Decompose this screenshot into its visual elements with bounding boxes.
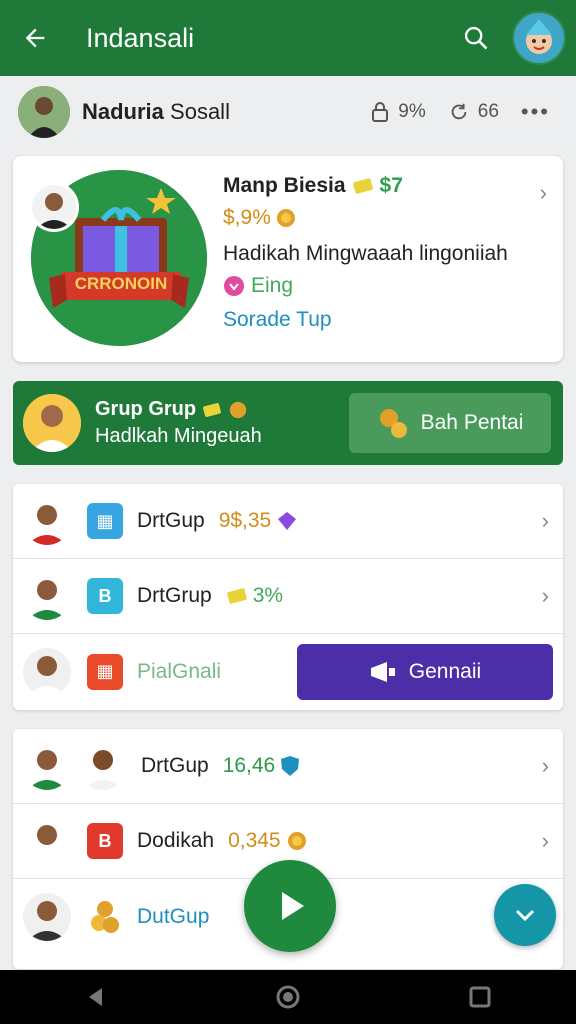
coin-icon [276,209,295,227]
megaphone-icon [370,661,395,682]
more-options-button[interactable]: ••• [521,99,550,125]
gift-icon: ▦ [87,503,123,539]
cartoon-avatar-icon [526,19,552,54]
chevron-right-icon: › [541,753,549,778]
featured-price: $,9% [223,206,271,229]
user-avatar[interactable] [18,86,70,138]
group-subtitle: Hadlkah Mingeuah [95,425,262,447]
item-name: DrtGup [137,509,205,532]
avatar [23,647,71,696]
banner-text: CRRONOIN [74,274,168,293]
list-item[interactable]: ▦ PialGnali Gennaii [13,634,563,709]
featured-price-row: $,9% [223,206,523,230]
item-name: DrtGrup [137,584,212,607]
play-icon [282,892,304,920]
chevron-right-icon: › [541,828,549,853]
chevron-right-icon: › [539,180,547,205]
group-title-row: Grup Grup [95,398,349,421]
app-bar: Indansali [0,0,576,76]
refresh-icon [451,103,467,120]
avatar [79,742,127,790]
featured-badge: CRRONOIN [29,170,207,346]
search-icon [464,26,488,50]
person-avatar-icon [23,742,71,790]
list-section-1: ▦ DrtGup 9$,35 › B DrtGrup 3% › ▦ PialGn… [13,484,563,710]
person-avatar-icon [23,647,71,696]
play-button[interactable] [244,860,336,952]
stat-refresh: 66 [448,101,499,123]
featured-title: Manp Biesia [223,174,346,197]
item-value: 16,46 [223,754,301,778]
group-title: Grup Grup [95,398,197,420]
stat-lock: 9% [370,101,426,123]
featured-content: Manp Biesia $7 $,9% Hadikah Mingwaaah li… [223,174,523,332]
person-avatar-icon [23,394,81,452]
avatar [23,572,71,620]
coin-icon [229,401,247,418]
avatar [23,742,71,790]
featured-description: Hadikah Mingwaaah lingoniiah [223,242,508,265]
user-row: Naduria Sosall 9% 66 ••• [0,76,576,148]
list-item[interactable]: DrtGup 16,46 › [13,729,563,804]
item-value: 3% [226,584,283,608]
person-avatar-icon [23,497,71,545]
b-badge-icon: B [87,823,123,859]
item-name: PialGnali [137,659,222,683]
avatar [23,892,71,941]
profile-avatar[interactable] [512,11,566,65]
chevron-down-icon [515,909,535,922]
heart-icon [224,276,244,296]
coin-icon [287,832,306,850]
coins-icon [379,409,407,438]
person-avatar-icon [23,572,71,620]
recents-square-icon[interactable] [468,985,492,1009]
gem-icon [278,512,297,530]
person-avatar-icon [23,817,71,865]
person-avatar-icon [36,193,72,229]
system-nav-bar [0,970,576,1024]
coins-icon [87,899,123,935]
lock-icon [372,102,389,122]
featured-card[interactable]: CRRONOIN Manp Biesia $7 $,9% Hadikah Min… [13,156,563,362]
arrow-left-icon [25,28,45,48]
item-value: 0,345 [228,829,308,853]
item-name: Dodikah [137,829,215,852]
featured-link[interactable]: Sorade Tup [223,308,523,332]
featured-title-row: Manp Biesia $7 [223,174,523,198]
featured-tag: Eing [223,274,523,298]
person-avatar-icon [18,86,70,138]
person-avatar-icon [23,892,71,941]
shield-icon [281,756,300,776]
item-name: DutGup [137,904,210,928]
generate-button[interactable]: Gennaii [297,643,553,700]
group-action-button[interactable]: Bah Pentai [349,393,551,453]
person-avatar-icon [79,742,127,790]
group-avatar [23,394,81,452]
scroll-down-button[interactable] [494,884,556,946]
back-button[interactable] [0,0,70,76]
ticket-icon [226,588,247,604]
item-name: DrtGup [141,754,209,777]
avatar [23,817,71,865]
back-triangle-icon[interactable] [84,985,108,1009]
item-value: 9$,35 [219,509,299,533]
home-circle-icon[interactable] [275,984,301,1010]
featured-title-suffix: $7 [379,174,403,197]
app-title: Indansali [86,22,195,53]
ticket-icon [203,402,222,417]
host-avatar [29,182,79,232]
group-banner[interactable]: Grup Grup Hadlkah Mingeuah Bah Pentai [13,381,563,465]
avatar [23,497,71,545]
ticket-icon [352,178,373,194]
list-item[interactable]: B DrtGrup 3% › [13,559,563,634]
chevron-right-icon: › [541,583,549,608]
user-name: Naduria Sosall [82,99,230,124]
search-button[interactable] [448,10,504,66]
gift-icon: ▦ [87,653,123,690]
b-badge-icon: B [87,578,123,614]
chevron-right-icon: › [541,508,549,533]
list-item[interactable]: ▦ DrtGup 9$,35 › [13,484,563,559]
group-text: Grup Grup Hadlkah Mingeuah [95,398,349,448]
